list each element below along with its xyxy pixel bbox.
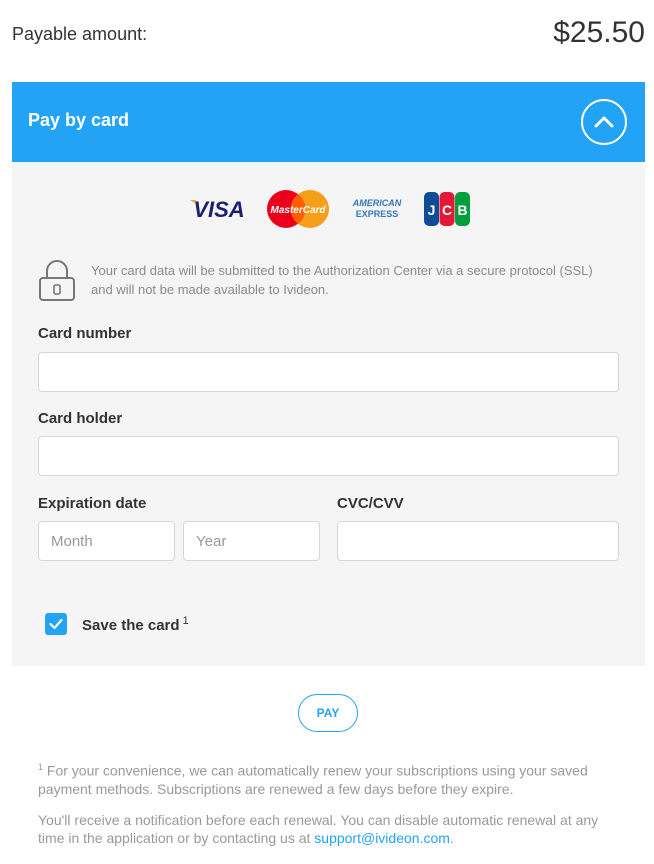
svg-text:C: C (442, 202, 452, 218)
security-note: Your card data will be submitted to the … (91, 263, 593, 297)
mastercard-logo-icon: MasterCard (267, 190, 329, 228)
save-card-footnote-mark: 1 (182, 615, 189, 627)
auto-renew-footnote: 1 For your convenience, we can automatic… (38, 758, 628, 798)
cvc-input[interactable] (337, 521, 619, 561)
renewal-notification-note: You'll receive a notification before eac… (38, 811, 628, 847)
auto-renew-text: For your convenience, we can automatical… (38, 762, 588, 797)
pay-by-card-title: Pay by card (28, 110, 130, 130)
american-express-logo-icon: AMERICAN EXPRESS (352, 198, 402, 219)
cvc-label: CVC/CVV (337, 495, 404, 512)
expiration-month-input[interactable] (38, 521, 175, 561)
card-number-input[interactable] (38, 352, 619, 392)
pay-button[interactable]: PAY (298, 694, 358, 732)
svg-text:MasterCard: MasterCard (270, 205, 326, 216)
jcb-logo-icon: J C B (424, 192, 470, 226)
card-holder-input[interactable] (38, 436, 619, 476)
visa-logo-icon: VISA (190, 197, 245, 222)
save-card-checkbox[interactable] (45, 613, 67, 635)
expiration-year-input[interactable] (183, 521, 320, 561)
svg-text:J: J (428, 202, 436, 218)
padlock-icon (39, 260, 75, 301)
card-number-label: Card number (38, 325, 132, 342)
card-holder-label: Card holder (38, 410, 123, 427)
save-card-label[interactable]: Save the card 1 (82, 615, 189, 634)
svg-text:EXPRESS: EXPRESS (356, 209, 399, 219)
footnote-mark: 1 (38, 762, 44, 772)
card-logos: VISA MasterCard AMERICAN EXPRESS J C B (187, 189, 477, 229)
collapse-button[interactable] (581, 99, 627, 145)
support-email-link[interactable]: support@ivideon.com (314, 830, 450, 846)
svg-text:VISA: VISA (193, 197, 244, 222)
payable-amount-label: Payable amount: (12, 24, 148, 44)
chevron-up-icon (594, 116, 614, 128)
checkmark-icon (49, 618, 63, 630)
payable-amount-row: Payable amount: $25.50 (12, 14, 645, 54)
expiration-date-label: Expiration date (38, 495, 147, 512)
svg-text:B: B (457, 202, 467, 218)
payable-amount-value: $25.50 (553, 16, 645, 49)
svg-text:AMERICAN: AMERICAN (352, 198, 402, 208)
pay-by-card-header[interactable]: Pay by card (12, 82, 645, 162)
card-form-panel: VISA MasterCard AMERICAN EXPRESS J C B Y… (12, 162, 645, 666)
save-card-text: Save the card (82, 617, 180, 634)
renewal-note-end: . (449, 830, 454, 846)
